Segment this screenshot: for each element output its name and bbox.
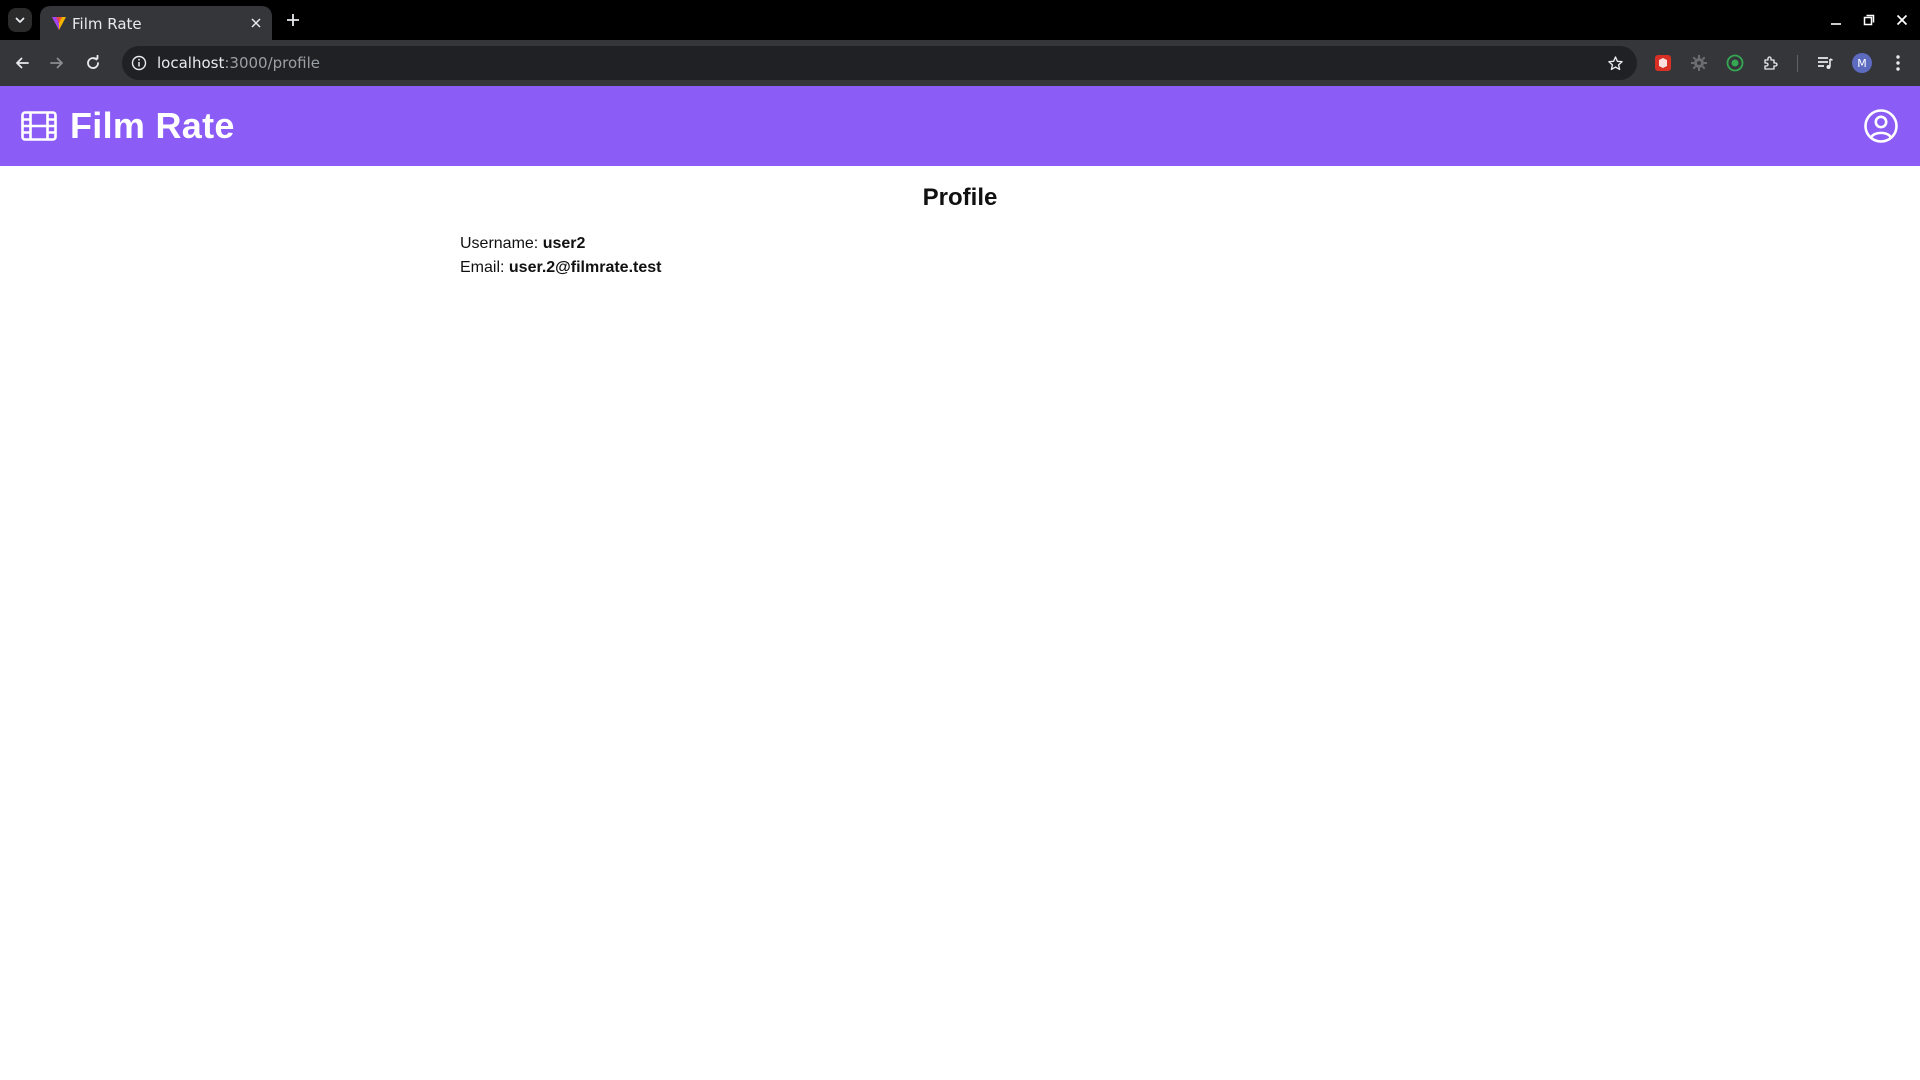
account-button[interactable] xyxy=(1862,107,1900,145)
playlist-icon xyxy=(1818,57,1833,69)
gear-icon xyxy=(1691,55,1707,71)
restore-icon xyxy=(1863,14,1875,26)
chevron-down-icon xyxy=(15,17,25,23)
tab-close-button[interactable] xyxy=(248,15,264,31)
reload-icon xyxy=(87,55,99,69)
username-row: Username: user2 xyxy=(460,232,661,256)
reading-list-button[interactable] xyxy=(1814,52,1836,74)
extension-green-button[interactable] xyxy=(1724,52,1746,74)
toolbar-separator xyxy=(1797,55,1798,72)
account-circle-icon xyxy=(1864,109,1898,143)
extension-red-icon xyxy=(1655,55,1671,71)
close-icon xyxy=(1896,14,1908,26)
url-host: localhost xyxy=(157,54,225,72)
address-bar[interactable]: localhost:3000/profile xyxy=(122,46,1637,80)
browser-toolbar: localhost:3000/profile M xyxy=(0,40,1920,86)
arrow-left-icon xyxy=(16,57,29,69)
back-button[interactable] xyxy=(10,51,34,75)
browser-tab-active[interactable]: Film Rate xyxy=(40,6,272,40)
bookmark-button[interactable] xyxy=(1605,53,1625,73)
browser-tab-strip: Film Rate xyxy=(0,0,1920,40)
film-rate-favicon-icon xyxy=(52,17,66,30)
extension-red-button[interactable] xyxy=(1652,52,1674,74)
info-icon xyxy=(131,55,147,71)
close-icon xyxy=(251,18,261,28)
minimize-icon xyxy=(1831,23,1841,25)
new-tab-button[interactable] xyxy=(282,9,304,31)
browser-menu-button[interactable] xyxy=(1887,52,1909,74)
email-row: Email: user.2@filmrate.test xyxy=(460,256,661,280)
email-label: Email: xyxy=(460,259,509,276)
username-value: user2 xyxy=(542,235,586,252)
url-path: :3000/profile xyxy=(224,54,321,72)
film-icon xyxy=(21,111,57,141)
plus-icon xyxy=(287,14,299,26)
extensions-menu-button[interactable] xyxy=(1760,52,1782,74)
arrow-right-icon xyxy=(50,57,63,69)
star-icon xyxy=(1607,55,1623,70)
address-url: localhost:3000/profile xyxy=(157,54,320,72)
tab-title: Film Rate xyxy=(72,15,142,33)
forward-button[interactable] xyxy=(45,51,69,75)
app-header: Film Rate xyxy=(0,86,1920,166)
tab-search-button[interactable] xyxy=(8,8,32,32)
username-label: Username: xyxy=(460,235,543,252)
window-close-button[interactable] xyxy=(1890,8,1914,32)
app-title: Film Rate xyxy=(70,105,235,146)
target-icon xyxy=(1726,54,1744,72)
brand-home-link[interactable]: Film Rate xyxy=(20,106,235,146)
window-minimize-button[interactable] xyxy=(1824,8,1848,32)
puzzle-icon xyxy=(1764,56,1778,70)
window-restore-button[interactable] xyxy=(1857,8,1881,32)
reload-button[interactable] xyxy=(81,51,105,75)
email-value: user.2@filmrate.test xyxy=(508,259,662,276)
extension-gear-button[interactable] xyxy=(1688,52,1710,74)
site-info-button[interactable] xyxy=(130,54,148,72)
page-title: Profile xyxy=(922,184,998,211)
more-vertical-icon xyxy=(1896,55,1900,71)
browser-profile-avatar[interactable]: M xyxy=(1852,53,1872,73)
profile-info: Username: user2 Email: user.2@filmrate.t… xyxy=(460,232,661,280)
